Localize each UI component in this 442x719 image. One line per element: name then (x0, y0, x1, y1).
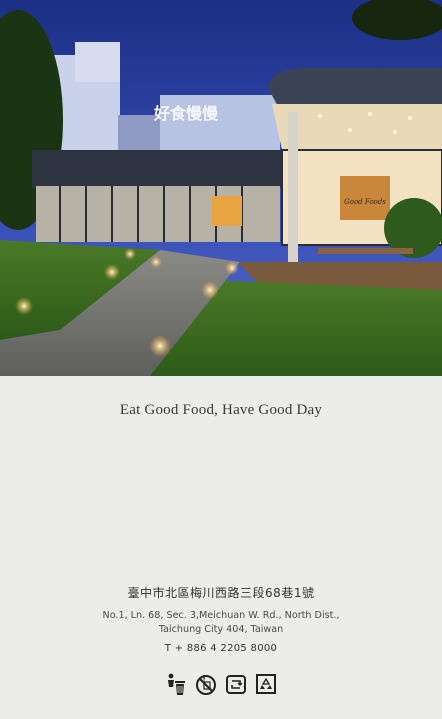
storefront-illustration: 好食慢慢 Good Foods (0, 0, 442, 376)
reuse-container-icon (226, 675, 246, 694)
tagline: Eat Good Food, Have Good Day (119, 402, 323, 418)
window-script: Good Foods (344, 198, 386, 206)
address-chinese: 臺中市北區梅川西路三段68巷1號 (127, 586, 315, 600)
address-english: No.1, Ln. 68, Sec. 3,Meichuan W. Rd., No… (0, 609, 442, 637)
neon-sign: 好食慢慢 (153, 104, 219, 123)
phone-number: T + 886 4 2205 8000 (164, 643, 278, 654)
trash-can-person-icon (168, 673, 185, 695)
address-english-line1: No.1, Ln. 68, Sec. 3,Meichuan W. Rd., No… (102, 610, 340, 621)
no-disposables-icon (196, 675, 216, 695)
recycle-box-icon (256, 674, 276, 694)
eco-icons (0, 672, 442, 696)
address-english-line2: Taichung City 404, Taiwan (158, 624, 284, 635)
hero-photo: 好食慢慢 Good Foods (0, 0, 442, 376)
